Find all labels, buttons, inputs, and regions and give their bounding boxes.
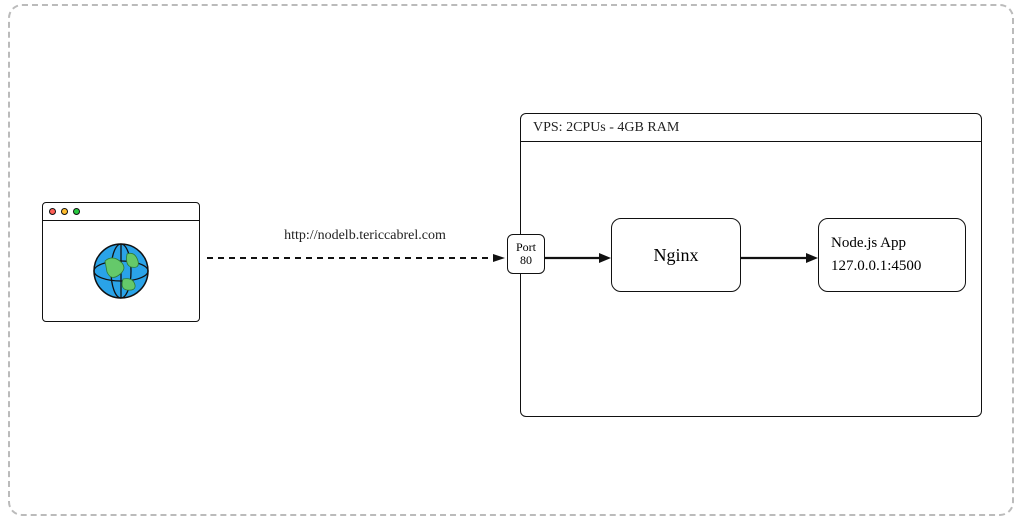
window-maximize-icon <box>73 208 80 215</box>
vps-titlebar: VPS: 2CPUs - 4GB RAM <box>521 114 981 142</box>
arrow-nginx-to-node <box>741 252 818 264</box>
vps-title-label: VPS: 2CPUs - 4GB RAM <box>533 120 679 136</box>
browser-body <box>43 221 199 321</box>
node-app-box: Node.js App 127.0.0.1:4500 <box>818 218 966 292</box>
browser-titlebar <box>43 203 199 221</box>
nginx-label: Nginx <box>654 245 699 266</box>
request-url-label: http://nodelb.tericcabrel.com <box>235 228 495 244</box>
request-arrow <box>205 253 505 263</box>
browser-window <box>42 202 200 322</box>
window-close-icon <box>49 208 56 215</box>
port-box: Port 80 <box>507 234 545 274</box>
window-minimize-icon <box>61 208 68 215</box>
node-app-address: 127.0.0.1:4500 <box>831 258 921 275</box>
node-app-title: Node.js App <box>831 235 906 252</box>
globe-icon <box>89 239 153 303</box>
nginx-box: Nginx <box>611 218 741 292</box>
port-value: 80 <box>520 254 532 267</box>
arrow-port-to-nginx <box>545 252 611 264</box>
